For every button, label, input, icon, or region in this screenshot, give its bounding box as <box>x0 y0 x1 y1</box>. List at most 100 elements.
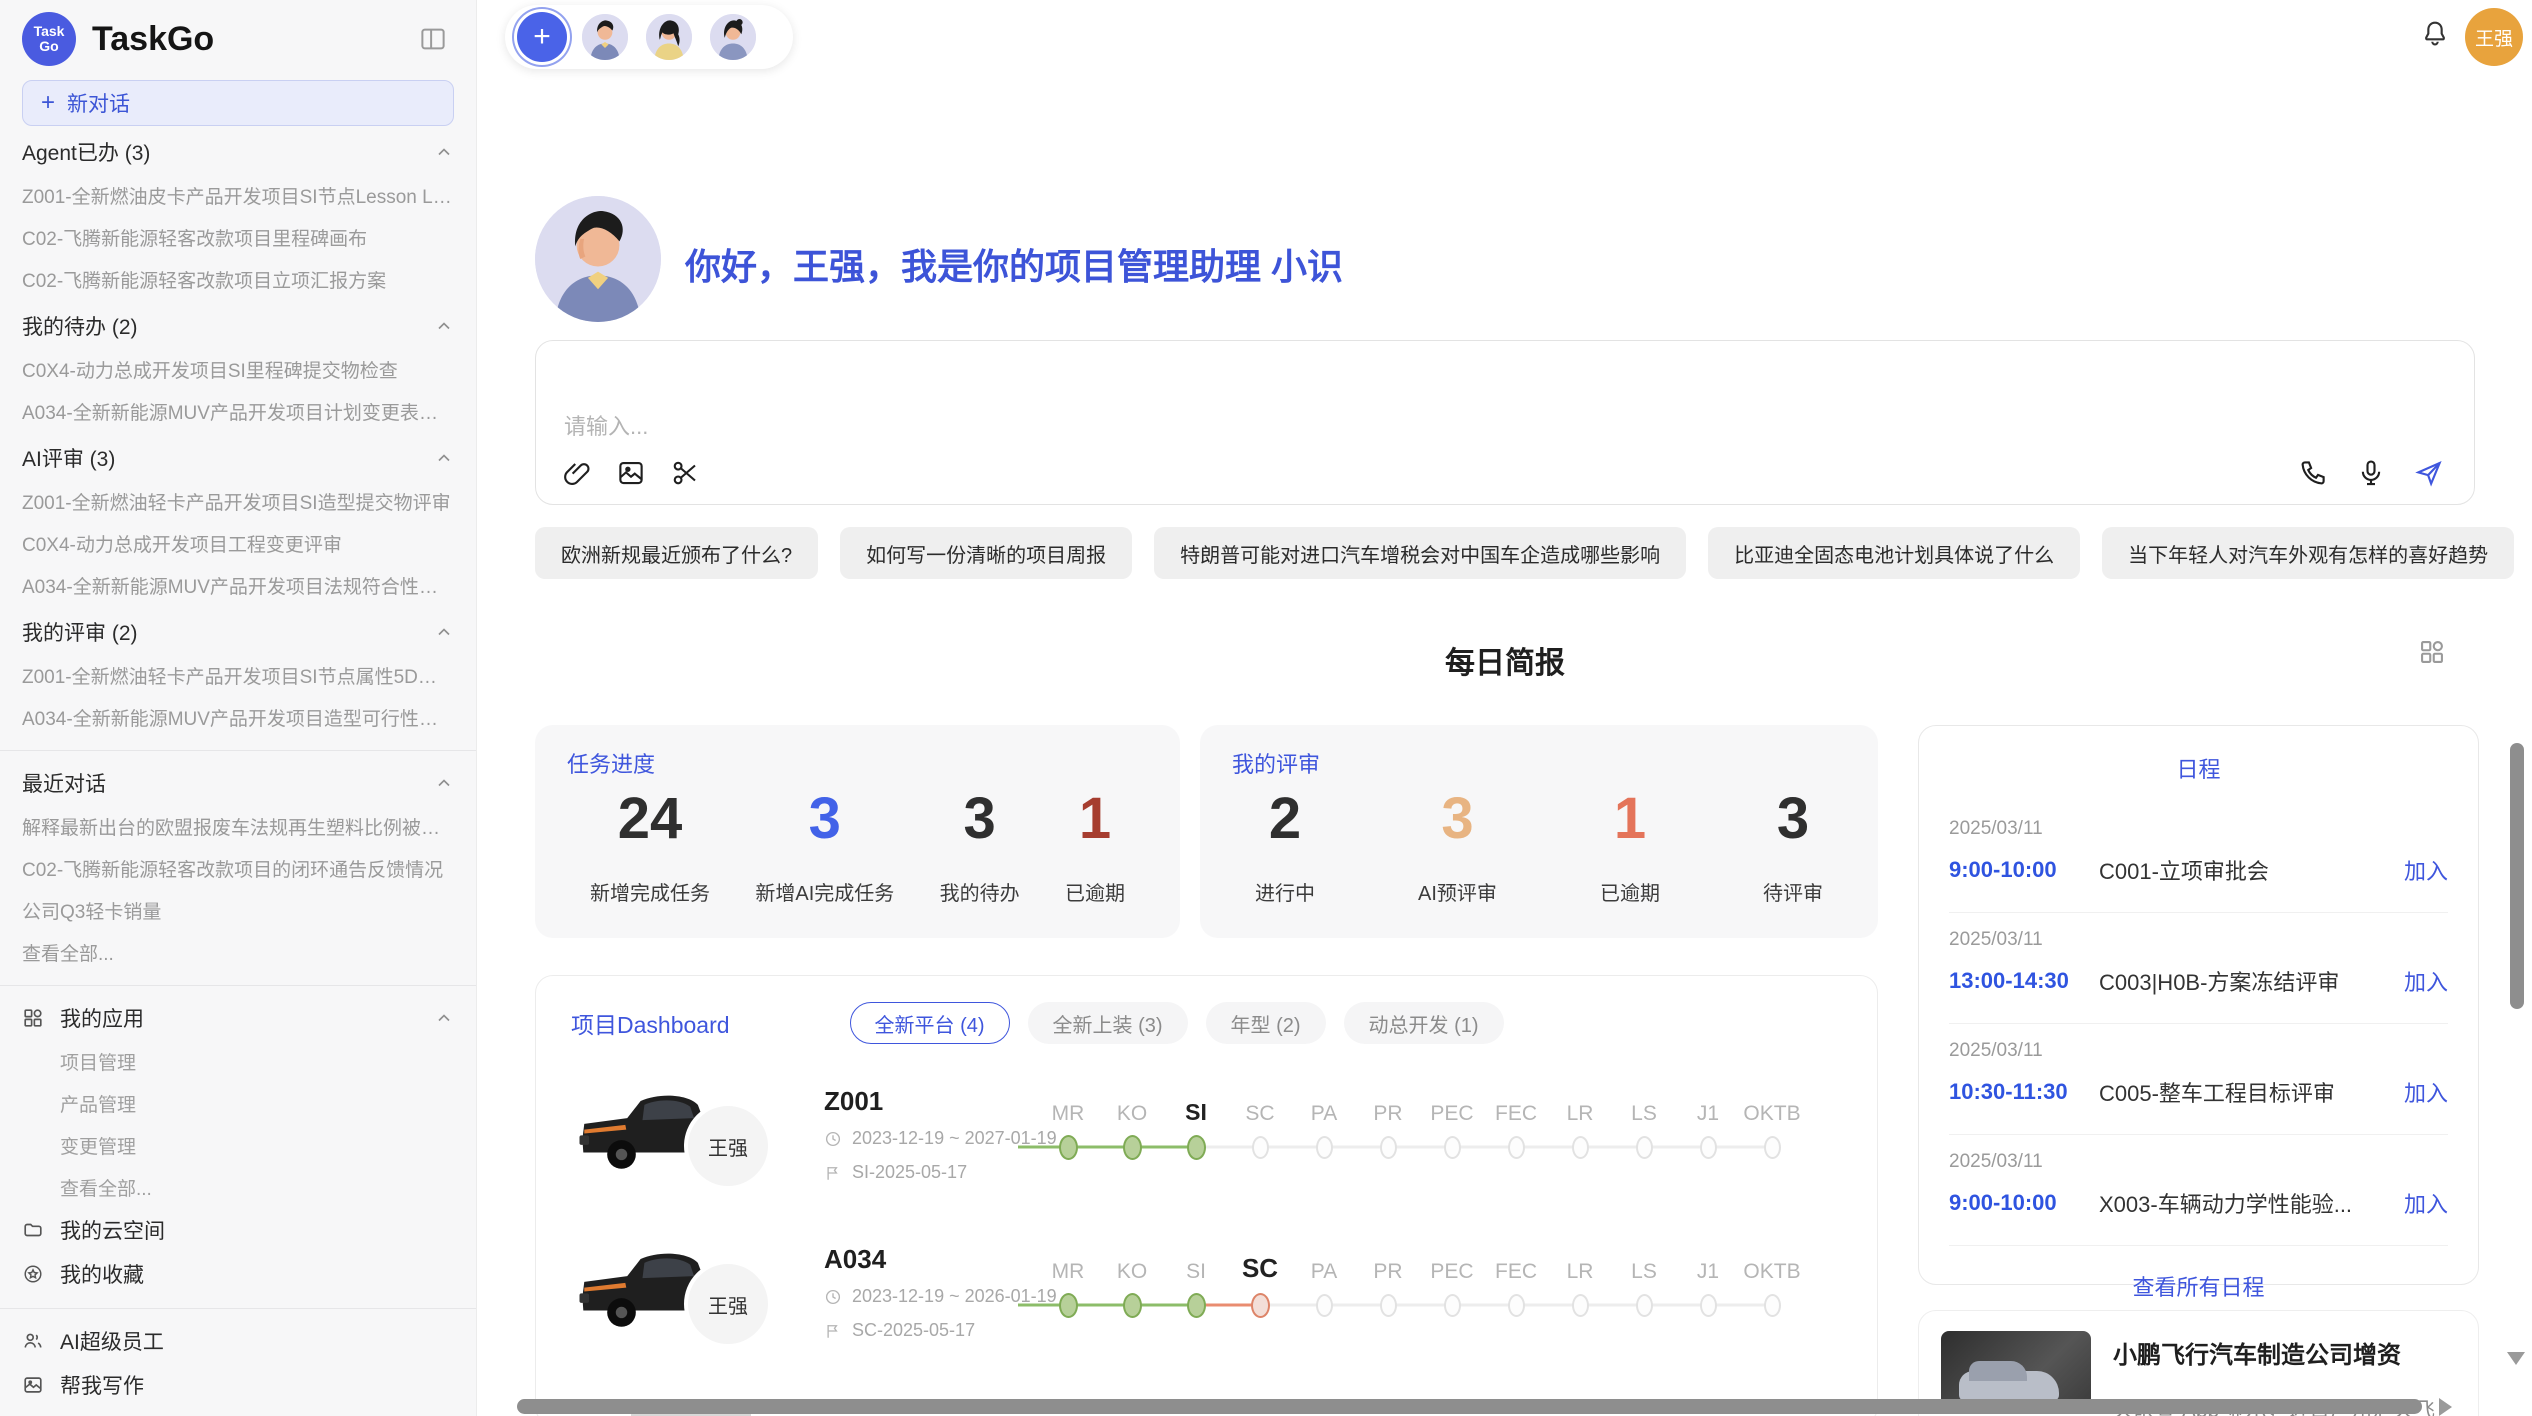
tab-new-platform[interactable]: 全新平台 (4) <box>850 1002 1010 1044</box>
my-review-stats: 2 进行中 3 AI预评审 1 已逾期 3 待评审 <box>1200 783 1878 906</box>
flag-icon <box>824 1164 842 1182</box>
my-favorites-row[interactable]: 我的收藏 <box>22 1252 454 1296</box>
stat-new-completed: 24 新增完成任务 <box>590 783 710 906</box>
image-icon[interactable] <box>616 458 646 488</box>
notification-bell-icon[interactable] <box>2419 18 2451 50</box>
milestone-pr: PR <box>1356 1090 1420 1168</box>
suggestion-chip[interactable]: 如何写一份清晰的项目周报 <box>840 527 1132 579</box>
vertical-scrollbar-thumb[interactable] <box>2510 743 2524 1009</box>
my-review-card: 我的评审 2 进行中 3 AI预评审 1 已逾期 3 待评审 <box>1200 725 1878 938</box>
attachment-icon[interactable] <box>562 458 592 488</box>
milestone-dot <box>1187 1135 1206 1160</box>
dashboard-title: 项目Dashboard <box>571 1006 730 1040</box>
sidebar-item[interactable]: Z001-全新燃油轻卡产品开发项目SI节点属性5D文件评审 <box>22 654 454 696</box>
stat-value: 3 <box>809 783 841 855</box>
app-item-change-mgmt[interactable]: 变更管理 <box>22 1124 454 1166</box>
assistant-avatar-1[interactable] <box>579 11 631 63</box>
horizontal-scrollbar-thumb[interactable] <box>517 1399 2422 1414</box>
recent-chat-view-all[interactable]: 查看全部... <box>22 931 454 973</box>
chevron-up-icon <box>434 316 454 336</box>
recent-chat-item[interactable]: 解释最新出台的欧盟报废车法规再生塑料比例被调至15%... <box>22 805 454 847</box>
scissors-icon[interactable] <box>670 458 700 488</box>
milestone-dot <box>1059 1293 1078 1318</box>
sidebar-item[interactable]: A034-全新新能源MUV产品开发项目造型可行性评审 <box>22 696 454 738</box>
section-recent-chats[interactable]: 最近对话 <box>22 761 454 805</box>
suggestion-chip[interactable]: 比亚迪全固态电池计划具体说了什么 <box>1708 527 2080 579</box>
section-ai-review[interactable]: AI评审 (3) <box>22 436 454 480</box>
my-apps-row[interactable]: 我的应用 <box>22 996 454 1040</box>
sidebar-item[interactable]: Z001-全新燃油轻卡产品开发项目SI造型提交物评审 <box>22 480 454 522</box>
assistant-switcher: + <box>505 5 793 69</box>
creative-drawing-row[interactable]: 创意制图 <box>22 1407 454 1416</box>
milestone-fec: FEC <box>1484 1248 1548 1326</box>
add-assistant-button[interactable]: + <box>517 12 567 62</box>
tab-powertrain[interactable]: 动总开发 (1) <box>1344 1002 1504 1044</box>
microphone-icon[interactable] <box>2356 458 2386 488</box>
task-progress-card: 任务进度 24 新增完成任务 3 新增AI完成任务 3 我的待办 1 已逾期 <box>535 725 1180 938</box>
section-title: AI评审 (3) <box>22 443 115 473</box>
suggestion-chip[interactable]: 欧洲新规最近颁布了什么? <box>535 527 818 579</box>
sidebar-item-label: Z001-全新燃油皮卡产品开发项目SI节点Lesson Learn报告 <box>22 182 454 209</box>
section-my-todo[interactable]: 我的待办 (2) <box>22 304 454 348</box>
chat-input-box[interactable]: 请输入... <box>535 340 2475 505</box>
chevron-up-icon <box>434 1008 454 1028</box>
recent-chat-label: 公司Q3轻卡销量 <box>22 897 454 924</box>
composer-right-icons <box>2298 458 2444 488</box>
help-me-write-row[interactable]: 帮我写作 <box>22 1363 454 1407</box>
scroll-right-arrow[interactable] <box>2439 1398 2452 1416</box>
milestone-track: MR KO SI SC PA PR PEC FEC LR LS J1 OKTB <box>1036 1090 1804 1168</box>
scroll-down-arrow[interactable] <box>2507 1352 2525 1365</box>
new-chat-button[interactable]: + 新对话 <box>22 80 454 126</box>
sidebar-item[interactable]: C0X4-动力总成开发项目工程变更评审 <box>22 522 454 564</box>
my-cloud-label: 我的云空间 <box>60 1215 165 1245</box>
schedule-item: 2025/03/11 10:30-11:30 C005-整车工程目标评审 加入 <box>1949 1024 2448 1135</box>
assistant-avatar-2[interactable] <box>643 11 695 63</box>
app-item-view-all[interactable]: 查看全部... <box>22 1166 454 1208</box>
milestone-dot <box>1636 1136 1653 1159</box>
assistant-avatar-3[interactable] <box>707 11 759 63</box>
join-link[interactable]: 加入 <box>2404 854 2448 886</box>
join-link[interactable]: 加入 <box>2404 1187 2448 1219</box>
section-agent-done[interactable]: Agent已办 (3) <box>22 130 454 174</box>
join-link[interactable]: 加入 <box>2404 965 2448 997</box>
sidebar-item[interactable]: A034-全新新能源MUV产品开发项目计划变更表编写 <box>22 390 454 432</box>
my-cloud-row[interactable]: 我的云空间 <box>22 1208 454 1252</box>
divider <box>0 985 476 986</box>
project-row-z001[interactable]: 王强 Z001 2023-12-19 ~ 2027-01-19 SI-2025-… <box>536 1084 1877 1244</box>
sidebar-item-label: C02-飞腾新能源轻客改款项目里程碑画布 <box>22 224 454 251</box>
schedule-time: 9:00-10:00 <box>1949 1190 2099 1216</box>
project-row-a034[interactable]: 王强 A034 2023-12-19 ~ 2026-01-19 SC-2025-… <box>536 1242 1877 1402</box>
app-item-project-mgmt[interactable]: 项目管理 <box>22 1040 454 1082</box>
tab-year-model[interactable]: 年型 (2) <box>1206 1002 1326 1044</box>
sidebar-item[interactable]: Z001-全新燃油皮卡产品开发项目SI节点Lesson Learn报告 <box>22 174 454 216</box>
briefing-layout-icon[interactable] <box>2418 638 2446 666</box>
tab-new-body[interactable]: 全新上装 (3) <box>1028 1002 1188 1044</box>
view-all-schedule-link[interactable]: 查看所有日程 <box>1919 1270 2478 1302</box>
sidebar-collapse-icon[interactable] <box>418 24 448 54</box>
milestone-dot <box>1444 1136 1461 1159</box>
schedule-card: 日程 2025/03/11 9:00-10:00 C001-立项审批会 加入 2… <box>1918 725 2479 1285</box>
flag-text: SC-2025-05-17 <box>852 1320 975 1341</box>
send-icon[interactable] <box>2414 458 2444 488</box>
phone-icon[interactable] <box>2298 458 2328 488</box>
user-avatar[interactable]: 王强 <box>2465 8 2523 66</box>
milestone-lr: LR <box>1548 1248 1612 1326</box>
sidebar-item[interactable]: C02-飞腾新能源轻客改款项目里程碑画布 <box>22 216 454 258</box>
project-flag-milestone: SC-2025-05-17 <box>824 1320 975 1341</box>
milestone-oktb: OKTB <box>1740 1248 1804 1326</box>
suggestion-chip[interactable]: 当下年轻人对汽车外观有怎样的喜好趋势 <box>2102 527 2514 579</box>
sidebar-item[interactable]: C0X4-动力总成开发项目SI里程碑提交物检查 <box>22 348 454 390</box>
project-flag-milestone: SI-2025-05-17 <box>824 1162 967 1183</box>
ai-super-staff-row[interactable]: AI超级员工 <box>22 1319 454 1363</box>
recent-chat-item[interactable]: C02-飞腾新能源轻客改款项目的闭环通告反馈情况 <box>22 847 454 889</box>
main-area: + 王强 你好，王强，我是你的项目管理助理 小识 请输入... <box>477 0 2532 1416</box>
app-item-product-mgmt[interactable]: 产品管理 <box>22 1082 454 1124</box>
join-link[interactable]: 加入 <box>2404 1076 2448 1108</box>
sidebar-item[interactable]: A034-全新新能源MUV产品开发项目法规符合性评审 <box>22 564 454 606</box>
suggestion-chip[interactable]: 特朗普可能对进口汽车增税会对中国车企造成哪些影响 <box>1154 527 1686 579</box>
sidebar-item[interactable]: C02-飞腾新能源轻客改款项目立项汇报方案 <box>22 258 454 300</box>
suggestion-chips: 欧洲新规最近颁布了什么? 如何写一份清晰的项目周报 特朗普可能对进口汽车增税会对… <box>535 527 2495 579</box>
recent-chat-item[interactable]: 公司Q3轻卡销量 <box>22 889 454 931</box>
section-my-review[interactable]: 我的评审 (2) <box>22 610 454 654</box>
stat-review-overdue: 1 已逾期 <box>1600 783 1660 906</box>
